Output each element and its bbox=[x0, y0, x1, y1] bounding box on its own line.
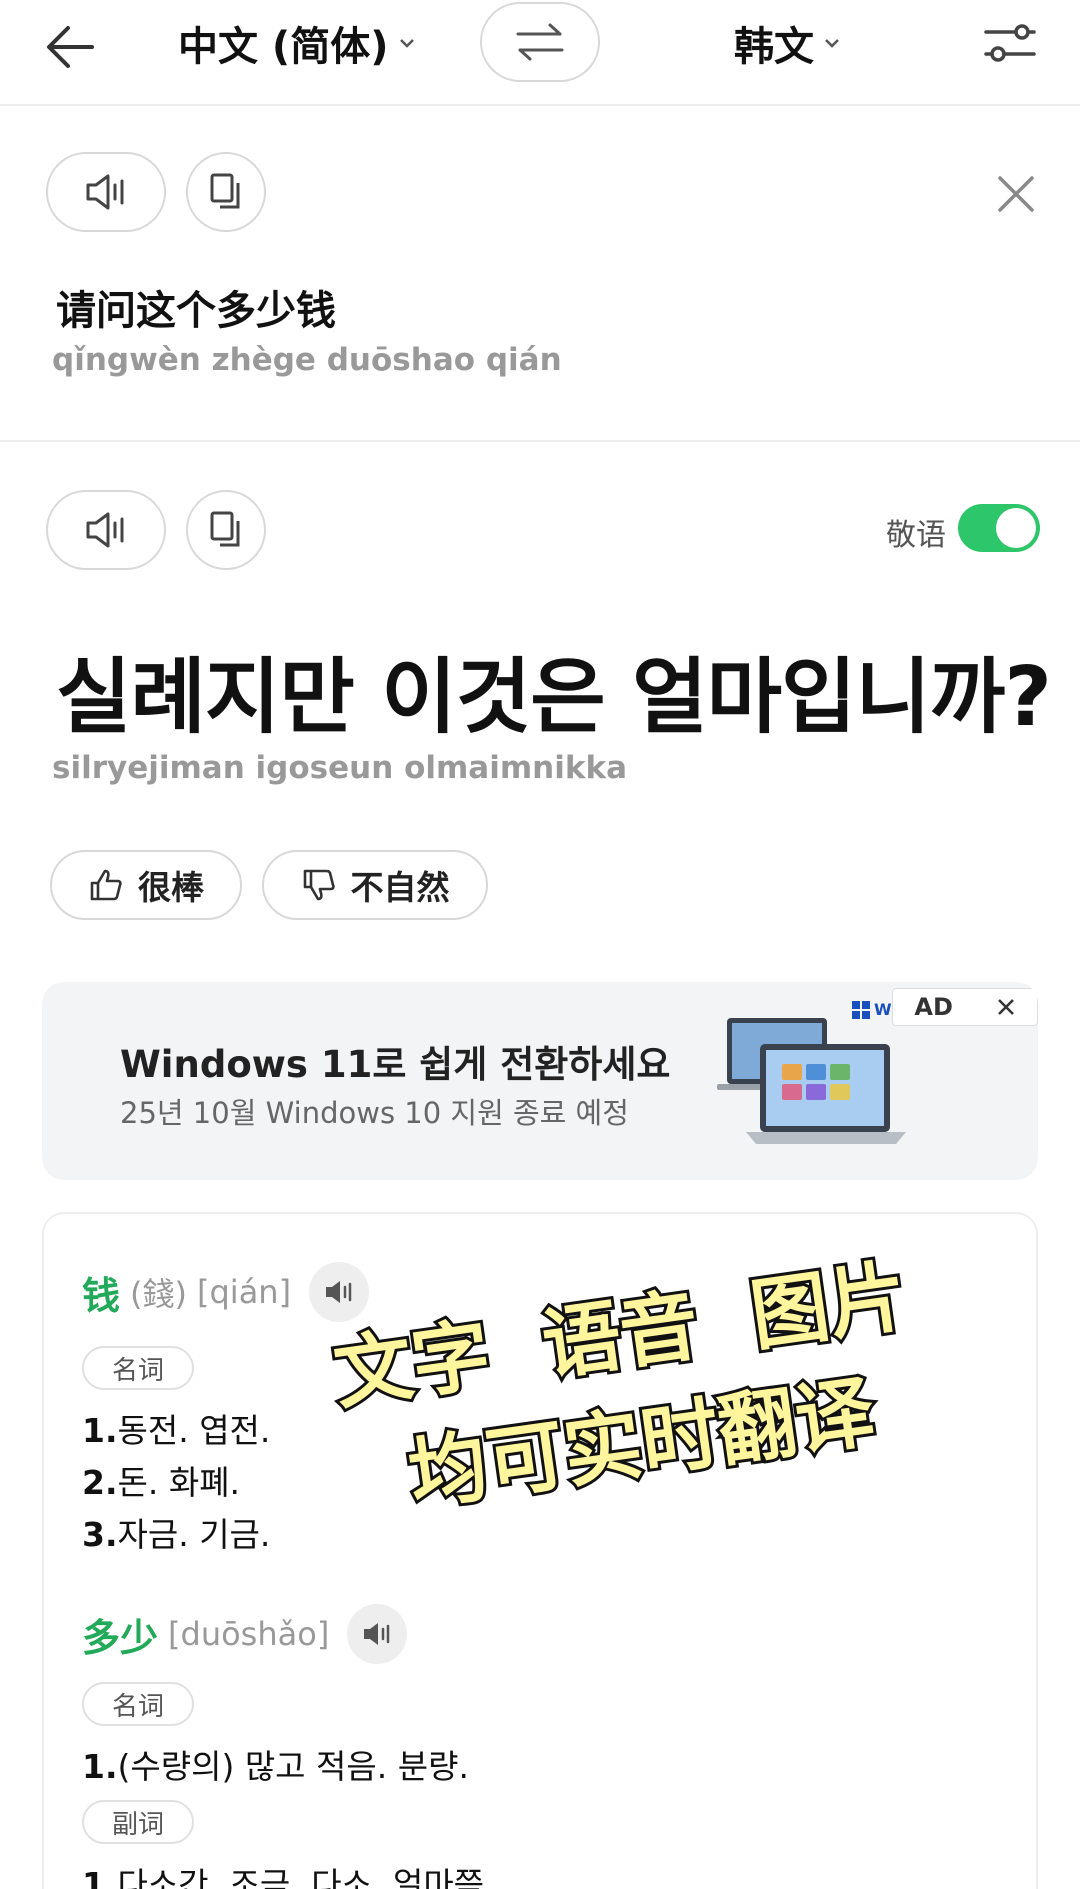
ad-badge-label: AD bbox=[914, 993, 953, 1021]
part-of-speech-tag: 名词 bbox=[82, 1346, 195, 1390]
thumbs-up-icon bbox=[90, 869, 122, 901]
top-bar: 中文 (简体) 韩文 bbox=[0, 0, 1080, 106]
feedback-good-label: 很棒 bbox=[138, 868, 204, 907]
translation-text: 실례지만 이것은 얼마입니까? bbox=[56, 650, 1052, 745]
settings-sliders-icon[interactable] bbox=[982, 18, 1038, 68]
promo-caption-overlay: 文字 语音 图片 均可实时翻译 bbox=[326, 1248, 916, 1524]
dict-headword[interactable]: 多少 bbox=[82, 1607, 158, 1662]
ad-subtitle: 25년 10월 Windows 10 지원 종료 예정 bbox=[120, 1096, 629, 1130]
ad-badge[interactable]: AD bbox=[892, 988, 1038, 1026]
dict-headword[interactable]: 钱 bbox=[82, 1265, 120, 1320]
translation-speak-button[interactable] bbox=[46, 490, 166, 570]
definition-item: 3.자금. 기금. bbox=[82, 1515, 271, 1554]
source-pinyin: qǐngwèn zhège duōshao qián bbox=[52, 342, 562, 378]
translation-romanization: silryejiman igoseun olmaimnikka bbox=[52, 750, 627, 786]
target-language-label: 韩文 bbox=[734, 24, 814, 70]
copy-icon bbox=[210, 173, 240, 209]
translation-panel: 敬语 실례지만 이것은 얼마입니까? silryejiman igoseun o… bbox=[0, 444, 1080, 944]
definition-item: 1.다소간. 조금. 다소. 얼마쯤. bbox=[82, 1865, 495, 1889]
source-text[interactable]: 请问这个多少钱 bbox=[56, 278, 336, 336]
honorific-label: 敬语 bbox=[886, 518, 946, 553]
copy-icon bbox=[210, 511, 240, 547]
definition-item: 1.(수량의) 많고 적음. 분량. bbox=[82, 1747, 469, 1786]
dict-pronunciation: [duōshǎo] bbox=[168, 1615, 330, 1653]
advertisement-banner[interactable]: Windows 11로 쉽게 전환하세요 25년 10월 Windows 10 … bbox=[42, 982, 1038, 1180]
part-of-speech-tag: 名词 bbox=[82, 1682, 195, 1726]
source-language-label: 中文 (简体) bbox=[178, 24, 389, 70]
source-panel: 请问这个多少钱 qǐngwèn zhège duōshao qián bbox=[0, 108, 1080, 442]
honorific-toggle[interactable] bbox=[958, 504, 1040, 552]
speaker-icon bbox=[86, 512, 124, 548]
source-copy-button[interactable] bbox=[186, 152, 266, 232]
definition-item: 1.동전. 엽전. bbox=[82, 1411, 271, 1450]
toggle-knob bbox=[996, 508, 1036, 548]
feedback-bad-label: 不自然 bbox=[350, 868, 450, 907]
laptop-illustration bbox=[682, 1010, 922, 1170]
speaker-icon bbox=[86, 174, 124, 210]
part-of-speech-tag: 副词 bbox=[82, 1800, 195, 1844]
ad-title: Windows 11로 쉽게 전환하세요 bbox=[120, 1043, 671, 1086]
feedback-bad-button[interactable]: 不自然 bbox=[262, 850, 488, 920]
dict-pronunciation: [qián] bbox=[197, 1273, 292, 1311]
close-icon[interactable] bbox=[996, 997, 1016, 1017]
swap-languages-button[interactable] bbox=[480, 2, 600, 82]
definition-item: 2.돈. 화폐. bbox=[82, 1463, 241, 1502]
chevron-down-icon bbox=[399, 39, 414, 48]
target-language-selector[interactable]: 韩文 bbox=[734, 14, 842, 72]
source-speak-button[interactable] bbox=[46, 152, 166, 232]
speaker-icon[interactable] bbox=[347, 1604, 408, 1664]
feedback-good-button[interactable]: 很棒 bbox=[50, 850, 242, 920]
back-arrow-icon[interactable] bbox=[40, 16, 102, 78]
close-icon[interactable] bbox=[994, 172, 1038, 216]
dict-entry-header: 多少 [duōshǎo] bbox=[82, 1604, 408, 1664]
source-language-selector[interactable]: 中文 (简体) bbox=[178, 14, 417, 72]
chevron-down-icon bbox=[825, 39, 839, 48]
swap-icon bbox=[516, 23, 564, 61]
dict-traditional: (錢) bbox=[130, 1275, 187, 1313]
thumbs-down-icon bbox=[303, 869, 335, 901]
translation-copy-button[interactable] bbox=[186, 490, 266, 570]
